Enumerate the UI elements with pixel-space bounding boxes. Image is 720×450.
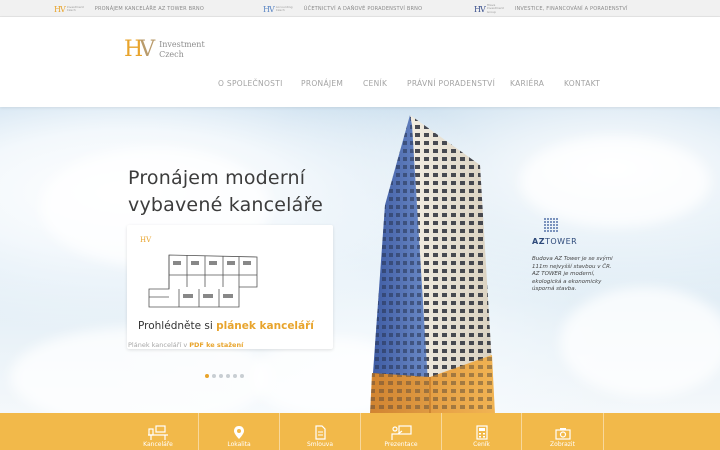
feature-tile-presentation[interactable]: Prezentace	[361, 413, 442, 450]
map-pin-icon	[233, 424, 245, 440]
nav-item-rental[interactable]: PRONÁJEM	[301, 79, 343, 88]
presentation-icon	[390, 424, 412, 440]
az-tower-logo-icon	[544, 218, 558, 232]
top-link-investment[interactable]: HV Hlava Investment Group INVESTICE, FINA…	[474, 3, 628, 15]
site-header: HV Investment Czech O SPOLEČNOSTI PRONÁJE…	[0, 17, 720, 107]
hv-logo-mark: HV	[124, 37, 155, 62]
hlava-investment-mini-logo: HV Hlava Investment Group	[474, 2, 504, 14]
az-tower-description: Budova AZ Tower je se svými 111m nejvyšš…	[532, 256, 613, 292]
nav-item-contact[interactable]: KONTAKT	[564, 79, 600, 88]
camera-icon	[554, 424, 571, 440]
top-link-office-rental[interactable]: HV Investment Czech PRONÁJEM KANCELÁŘE AZ…	[54, 3, 204, 15]
pdf-download-line: Plánek kanceláří v PDF ke stažení	[128, 341, 244, 349]
nav-item-pricing[interactable]: CENÍK	[363, 79, 387, 88]
card-mini-logo: HV	[140, 236, 152, 244]
slider-dot[interactable]	[240, 374, 244, 378]
logo-wordmark: Investment Czech	[159, 39, 205, 59]
feature-tile-gallery[interactable]: Zobrazit	[522, 413, 604, 450]
top-link-label: INVESTICE, FINANCOVÁNÍ A PORADENSTVÍ	[514, 6, 628, 12]
site-logo[interactable]: HV Investment Czech	[124, 37, 205, 62]
document-icon	[314, 424, 326, 440]
feature-tile-contract[interactable]: Smlouva	[280, 413, 361, 450]
slider-dot[interactable]	[233, 374, 237, 378]
investment-czech-mini-logo: HV Investment Czech	[54, 4, 84, 14]
top-link-accounting[interactable]: HV Accounting Czech ÚČETNICTVÍ A DAŇOVÉ P…	[263, 3, 422, 15]
slider-dot[interactable]	[205, 374, 209, 378]
hero-slider: Pronájem moderní vybavené kanceláře HV P…	[0, 107, 720, 413]
top-link-label: ÚČETNICTVÍ A DAŇOVÉ PORADENSTVÍ BRNO	[303, 6, 423, 12]
slider-dot[interactable]	[219, 374, 223, 378]
az-tower-image	[370, 115, 495, 413]
feature-tile-offices[interactable]: Kanceláře	[118, 413, 199, 450]
main-nav: O SPOLEČNOSTI PRONÁJEM CENÍK PRÁVNÍ PORA…	[0, 79, 720, 91]
feature-tile-location[interactable]: Lokalita	[199, 413, 280, 450]
az-tower-name: AZTOWER	[532, 237, 578, 246]
hero-title: Pronájem moderní vybavené kanceláře	[128, 167, 323, 216]
slider-dot[interactable]	[212, 374, 216, 378]
slider-dot[interactable]	[226, 374, 230, 378]
nav-item-about[interactable]: O SPOLEČNOSTI	[218, 79, 283, 88]
top-link-label: PRONÁJEM KANCELÁŘE AZ TOWER BRNO	[94, 6, 205, 12]
nav-item-legal[interactable]: PRÁVNÍ PORADENSTVÍ	[407, 79, 495, 88]
slider-dots	[205, 374, 244, 378]
floor-plan-image	[148, 254, 258, 308]
feature-tile-pricing[interactable]: Ceník	[442, 413, 522, 450]
floor-plan-link[interactable]: Prohlédněte si plánek kanceláří	[138, 320, 314, 332]
calculator-icon	[475, 424, 488, 440]
accounting-czech-mini-logo: HV Accounting Czech	[263, 4, 293, 14]
nav-item-career[interactable]: KARIÉRA	[510, 79, 544, 88]
office-desk-icon	[147, 424, 169, 440]
top-strip: HV Investment Czech PRONÁJEM KANCELÁŘE AZ…	[0, 0, 720, 17]
pdf-download-link[interactable]: PDF ke stažení	[189, 341, 243, 349]
feature-bar: Kanceláře Lokalita Smlouva Prezentace Ce…	[0, 413, 720, 450]
